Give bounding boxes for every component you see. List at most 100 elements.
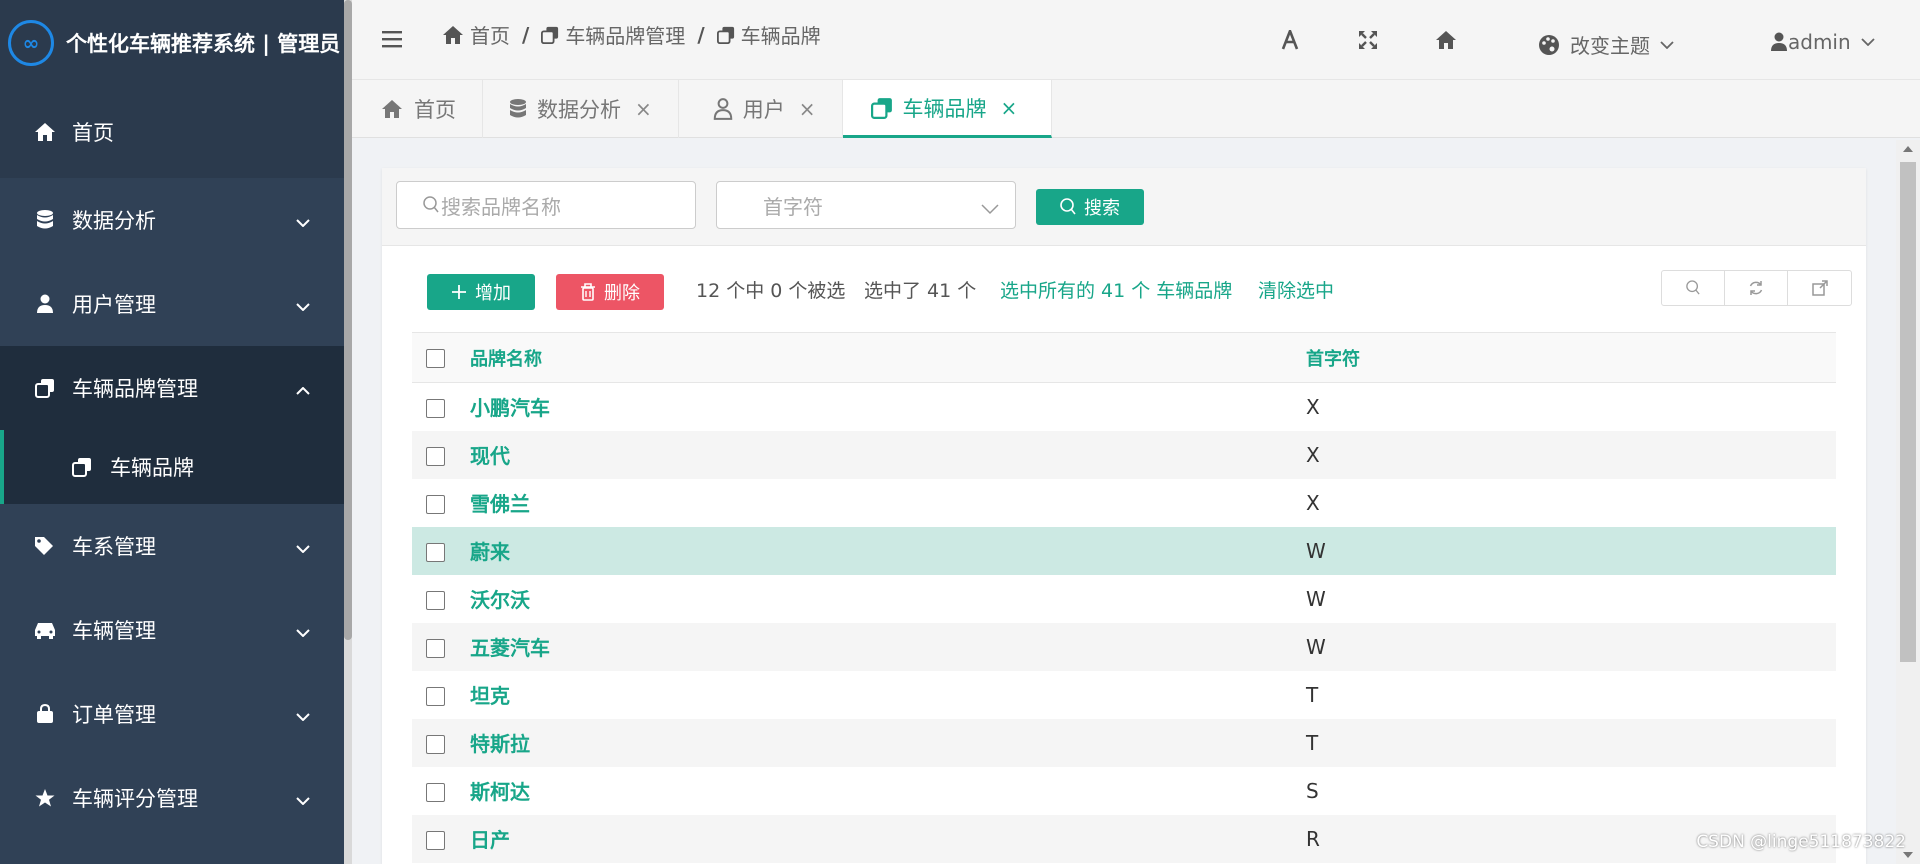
sidebar-item-data-analysis[interactable]: 数据分析 <box>0 178 344 262</box>
row-checkbox[interactable] <box>426 590 445 610</box>
select-all-checkbox[interactable] <box>426 348 445 368</box>
tab-users[interactable]: 用户 × <box>679 80 843 138</box>
clone-icon <box>541 26 559 44</box>
brand-name-link[interactable]: 五菱汽车 <box>470 622 1306 671</box>
search-placeholder: 搜索品牌名称 <box>441 194 561 219</box>
sidebar-item-vehicle-management[interactable]: 车辆管理 <box>0 588 344 672</box>
brand-name-link[interactable]: 坦克 <box>470 671 1306 719</box>
shopping-bag-icon <box>32 704 58 724</box>
app-title: 个性化车辆推荐系统 | 管理员 <box>66 32 341 56</box>
delete-button[interactable]: 删除 <box>556 274 664 310</box>
row-checkbox[interactable] <box>426 782 445 802</box>
theme-switcher[interactable]: 改变主题 <box>1538 30 1674 59</box>
refresh-button[interactable] <box>1725 271 1788 305</box>
menu-toggle-icon[interactable] <box>382 30 402 52</box>
export-button[interactable] <box>1788 271 1851 305</box>
row-checkbox[interactable] <box>426 638 445 658</box>
selection-count: 12 个中 0 个被选 <box>696 280 846 302</box>
search-input[interactable]: 搜索品牌名称 <box>396 181 696 229</box>
sidebar-item-label: 车辆品牌 <box>110 456 194 480</box>
column-header-initial[interactable]: 首字符 <box>1306 332 1836 383</box>
sidebar-item-label: 数据分析 <box>72 209 156 233</box>
table-row: 现代 X <box>412 430 1836 479</box>
sidebar: ∞ 个性化车辆推荐系统 | 管理员 首页 数据分析 用户管理 车辆品牌管理 车辆… <box>0 0 344 864</box>
page-tabs: 首页 数据分析 × 用户 × 车辆品牌 × <box>352 80 1920 138</box>
sidebar-item-label: 订单管理 <box>72 703 156 727</box>
breadcrumb-home[interactable]: 首页 <box>442 20 510 49</box>
sidebar-item-label: 车辆评分管理 <box>72 787 198 811</box>
row-checkbox[interactable] <box>426 734 445 754</box>
row-checkbox[interactable] <box>426 446 445 466</box>
main-panel: 搜索品牌名称 首字符 搜索 增加 删除 12 个中 0 个被选 选中了 41 个… <box>382 168 1866 864</box>
sidebar-item-order-management[interactable]: 订单管理 <box>0 672 344 756</box>
sidebar-subitem-brand[interactable]: 车辆品牌 <box>0 430 344 504</box>
row-checkbox[interactable] <box>426 686 445 706</box>
clone-icon <box>72 457 96 477</box>
close-icon[interactable]: × <box>799 97 816 121</box>
table-row: 五菱汽车 W <box>412 622 1836 671</box>
fullscreen-icon[interactable] <box>1358 30 1378 50</box>
breadcrumb-brand-management[interactable]: 车辆品牌管理 <box>541 20 685 49</box>
chevron-down-icon <box>296 292 310 316</box>
user-menu[interactable]: admin <box>1770 30 1875 54</box>
table-row: 沃尔沃 W <box>412 575 1836 623</box>
select-all-link[interactable]: 选中所有的 41 个 车辆品牌 <box>1000 276 1232 303</box>
clear-selection-link[interactable]: 清除选中 <box>1258 276 1334 303</box>
row-checkbox[interactable] <box>426 830 445 850</box>
action-toolbar: 增加 删除 12 个中 0 个被选 选中了 41 个 选中所有的 41 个 车辆… <box>382 264 1866 324</box>
user-icon <box>713 98 733 120</box>
sidebar-item-brand-management[interactable]: 车辆品牌管理 <box>0 346 344 430</box>
chevron-down-icon <box>1660 40 1674 49</box>
theme-label: 改变主题 <box>1570 34 1650 58</box>
close-icon[interactable]: × <box>1001 96 1018 120</box>
scroll-down-icon[interactable] <box>1903 852 1913 858</box>
breadcrumb-separator: / <box>522 22 530 47</box>
logo[interactable]: ∞ 个性化车辆推荐系统 | 管理员 <box>0 0 344 86</box>
brand-name-link[interactable]: 特斯拉 <box>470 718 1306 767</box>
tags-icon <box>32 536 58 556</box>
brand-initial: X <box>1306 430 1836 479</box>
watermark: CSDN @linge511873822 <box>1696 832 1906 852</box>
scroll-up-icon[interactable] <box>1903 146 1913 152</box>
brand-name-link[interactable]: 斯柯达 <box>470 767 1306 815</box>
selected-total: 选中了 41 个 <box>864 280 977 302</box>
table-row: 斯柯达 S <box>412 767 1836 815</box>
table-row: 特斯拉 T <box>412 718 1836 767</box>
brand-name-link[interactable]: 沃尔沃 <box>470 575 1306 623</box>
row-checkbox[interactable] <box>426 542 445 562</box>
row-checkbox[interactable] <box>426 398 445 418</box>
refresh-icon <box>1748 280 1764 296</box>
font-size-icon[interactable] <box>1280 30 1300 50</box>
brand-name-link[interactable]: 雪佛兰 <box>470 479 1306 527</box>
search-toggle-button[interactable] <box>1662 271 1725 305</box>
add-button[interactable]: 增加 <box>427 274 535 310</box>
sidebar-item-home[interactable]: 首页 <box>0 86 344 178</box>
close-icon[interactable]: × <box>635 97 652 121</box>
brand-name-link[interactable]: 小鹏汽车 <box>470 383 1306 431</box>
sidebar-scrollbar[interactable] <box>344 0 352 864</box>
column-header-brand-name[interactable]: 品牌名称 <box>470 332 1306 383</box>
tab-home[interactable]: 首页 <box>352 80 483 138</box>
breadcrumb-separator: / <box>697 22 705 47</box>
clone-icon <box>870 97 893 119</box>
search-icon <box>1686 280 1700 296</box>
sidebar-item-rating-management[interactable]: 车辆评分管理 <box>0 756 344 840</box>
scroll-thumb[interactable] <box>1900 162 1916 662</box>
search-button[interactable]: 搜索 <box>1036 189 1144 225</box>
brand-name-link[interactable]: 日产 <box>470 814 1306 863</box>
chevron-down-icon <box>981 196 999 220</box>
sidebar-item-users[interactable]: 用户管理 <box>0 262 344 346</box>
brand-initial: W <box>1306 622 1836 671</box>
brand-name-link[interactable]: 现代 <box>470 430 1306 479</box>
page-scrollbar[interactable] <box>1896 140 1920 864</box>
brand-name-link[interactable]: 蔚来 <box>470 526 1306 575</box>
tab-brand[interactable]: 车辆品牌 × <box>842 80 1053 138</box>
tab-data-analysis[interactable]: 数据分析 × <box>483 80 679 138</box>
home-shortcut-icon[interactable] <box>1434 30 1458 50</box>
username: admin <box>1788 30 1851 54</box>
initial-select[interactable]: 首字符 <box>716 181 1016 229</box>
sidebar-item-series-management[interactable]: 车系管理 <box>0 504 344 588</box>
row-checkbox[interactable] <box>426 494 445 514</box>
table-row: 小鹏汽车 X <box>412 383 1836 431</box>
sidebar-item-label: 车辆品牌管理 <box>72 377 198 401</box>
